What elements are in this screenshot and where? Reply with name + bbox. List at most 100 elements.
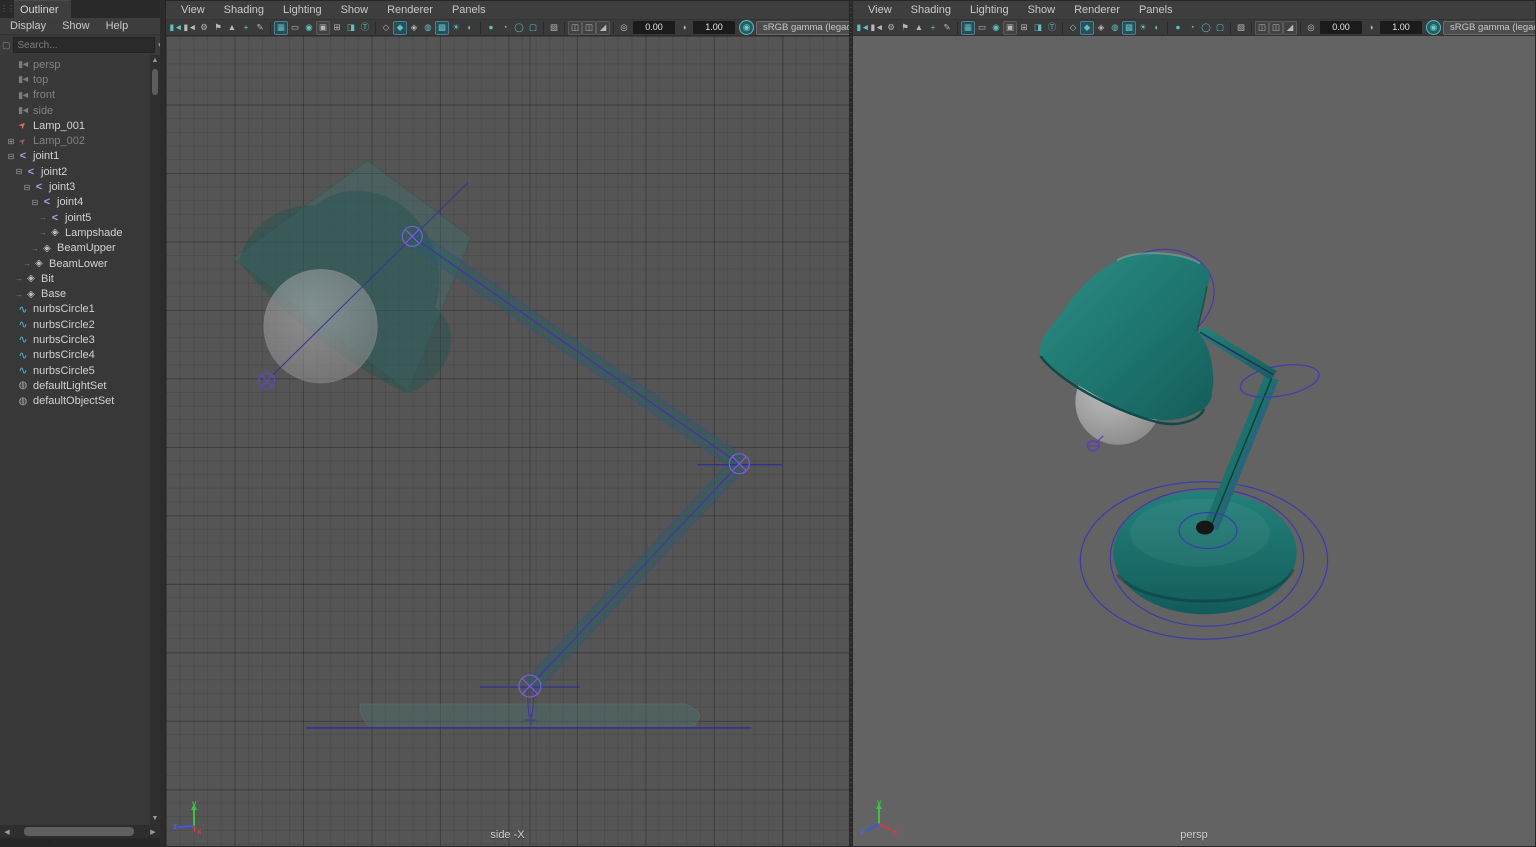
viewport-menu-lighting[interactable]: Lighting bbox=[970, 4, 1009, 16]
contrast-icon[interactable]: ◑ bbox=[1364, 21, 1378, 35]
exposure-field[interactable]: 0.00 bbox=[1320, 21, 1362, 34]
anti-alias-icon[interactable]: ◯ bbox=[1199, 21, 1213, 35]
outliner-item-joint4[interactable]: ⊟<joint4 bbox=[0, 195, 150, 210]
snapshot-icon[interactable]: ◫ bbox=[1255, 21, 1269, 35]
expand-icon[interactable]: ⊞ bbox=[6, 137, 16, 146]
exposure-icon[interactable]: ◎ bbox=[1304, 21, 1318, 35]
exposure-field[interactable]: 0.00 bbox=[633, 21, 675, 34]
motion-blur-icon[interactable]: ◔ bbox=[498, 21, 512, 35]
pan-zoom-icon[interactable]: + bbox=[239, 21, 253, 35]
material-override-icon[interactable]: ◍ bbox=[421, 21, 435, 35]
viewport-menu-lighting[interactable]: Lighting bbox=[283, 4, 322, 16]
fit-region-icon[interactable]: ◢ bbox=[1283, 21, 1297, 35]
viewport-menu-shading[interactable]: Shading bbox=[224, 4, 264, 16]
grid-icon[interactable]: ▦ bbox=[274, 21, 288, 35]
outliner-item-joint2[interactable]: ⊟<joint2 bbox=[0, 164, 150, 179]
camera-attributes-icon[interactable]: ▮◄ bbox=[870, 21, 884, 35]
outliner-item-joint1[interactable]: ⊟<joint1 bbox=[0, 149, 150, 164]
colorspace-selector[interactable]: sRGB gamma (legacy) bbox=[1443, 21, 1535, 35]
outliner-item-Lamp_002[interactable]: ⊞➤Lamp_002 bbox=[0, 133, 150, 148]
collapse-icon[interactable]: ⊟ bbox=[6, 152, 16, 161]
safe-title-icon[interactable]: Ⓣ bbox=[1045, 21, 1059, 35]
viewport-menu-view[interactable]: View bbox=[181, 4, 205, 16]
bookmark-icon[interactable]: ⚑ bbox=[211, 21, 225, 35]
outliner-horizontal-scrollbar[interactable]: ◀ ▶ bbox=[0, 825, 160, 838]
viewport-persp-canvas[interactable]: y z x persp bbox=[853, 36, 1535, 846]
camera-settings-icon[interactable]: ⚙ bbox=[197, 21, 211, 35]
anti-alias-icon[interactable]: ◯ bbox=[512, 21, 526, 35]
outliner-item-defaultLightSet[interactable]: ◍defaultLightSet bbox=[0, 378, 150, 393]
scroll-down-icon[interactable]: ▼ bbox=[152, 813, 159, 825]
lights-icon[interactable]: ☀ bbox=[1136, 21, 1150, 35]
bookmark-icon[interactable]: ⚑ bbox=[898, 21, 912, 35]
outliner-item-Base[interactable]: →◈Base bbox=[0, 286, 150, 301]
outliner-item-front[interactable]: ▮◄front bbox=[0, 88, 150, 103]
resolution-gate-icon[interactable]: ◉ bbox=[989, 21, 1003, 35]
shadows-icon[interactable]: ◐ bbox=[463, 21, 477, 35]
viewport-menu-panels[interactable]: Panels bbox=[452, 4, 486, 16]
hscroll-track[interactable] bbox=[14, 827, 146, 836]
camera-settings-icon[interactable]: ⚙ bbox=[884, 21, 898, 35]
collapse-icon[interactable]: ⊟ bbox=[30, 198, 40, 207]
material-override-icon[interactable]: ◍ bbox=[1108, 21, 1122, 35]
outliner-menu-display[interactable]: Display bbox=[10, 20, 46, 32]
isolate-select-icon[interactable]: ▧ bbox=[1234, 21, 1248, 35]
exposure-icon[interactable]: ◎ bbox=[617, 21, 631, 35]
colorspace-selector[interactable]: sRGB gamma (legacy) bbox=[756, 21, 849, 35]
outliner-item-top[interactable]: ▮◄top bbox=[0, 72, 150, 87]
outliner-tab[interactable]: Outliner bbox=[14, 0, 71, 18]
outliner-vertical-scrollbar[interactable]: ▲ ▼ bbox=[150, 55, 160, 825]
viewport-menu-panels[interactable]: Panels bbox=[1139, 4, 1173, 16]
ambient-occlusion-icon[interactable]: ● bbox=[484, 21, 498, 35]
outliner-item-side[interactable]: ▮◄side bbox=[0, 103, 150, 118]
depth-peel-icon[interactable]: ▢ bbox=[526, 21, 540, 35]
rgb-channels-icon[interactable]: ◨ bbox=[344, 21, 358, 35]
smooth-shade-icon[interactable]: ◆ bbox=[1080, 21, 1094, 35]
snapshot-icon[interactable]: ◫ bbox=[568, 21, 582, 35]
viewport-menu-renderer[interactable]: Renderer bbox=[387, 4, 433, 16]
gamma-button[interactable]: ◉ bbox=[1426, 20, 1441, 35]
viewport-menu-show[interactable]: Show bbox=[341, 4, 369, 16]
film-gate-icon[interactable]: ▭ bbox=[975, 21, 989, 35]
grease-pencil-icon[interactable]: ✎ bbox=[253, 21, 267, 35]
outliner-item-Lampshade[interactable]: →◈Lampshade bbox=[0, 225, 150, 240]
wireframe-cube-icon[interactable]: ◇ bbox=[1066, 21, 1080, 35]
viewport-side-canvas[interactable]: y z x side -X bbox=[166, 36, 849, 846]
gate-mask-icon[interactable]: ▣ bbox=[1003, 21, 1017, 35]
outliner-item-Bit[interactable]: →◈Bit bbox=[0, 271, 150, 286]
fit-region-icon[interactable]: ◢ bbox=[596, 21, 610, 35]
image-plane-icon[interactable]: ▲ bbox=[225, 21, 239, 35]
depth-peel-icon[interactable]: ▢ bbox=[1213, 21, 1227, 35]
resolution-gate-icon[interactable]: ◉ bbox=[302, 21, 316, 35]
scroll-up-icon[interactable]: ▲ bbox=[152, 55, 159, 67]
field-chart-icon[interactable]: ⊞ bbox=[330, 21, 344, 35]
outliner-item-defaultObjectSet[interactable]: ◍defaultObjectSet bbox=[0, 394, 150, 409]
wireframe-cube-icon[interactable]: ◇ bbox=[379, 21, 393, 35]
outliner-item-BeamUpper[interactable]: →◈BeamUpper bbox=[0, 241, 150, 256]
ambient-occlusion-icon[interactable]: ● bbox=[1171, 21, 1185, 35]
contrast-icon[interactable]: ◑ bbox=[677, 21, 691, 35]
safe-title-icon[interactable]: Ⓣ bbox=[358, 21, 372, 35]
viewport-menu-renderer[interactable]: Renderer bbox=[1074, 4, 1120, 16]
smooth-shade-icon[interactable]: ◆ bbox=[393, 21, 407, 35]
outliner-item-nurbsCircle2[interactable]: ∿nurbsCircle2 bbox=[0, 317, 150, 332]
viewport-menu-show[interactable]: Show bbox=[1028, 4, 1056, 16]
snapshot-all-icon[interactable]: ◫ bbox=[1269, 21, 1283, 35]
snapshot-all-icon[interactable]: ◫ bbox=[582, 21, 596, 35]
viewport-menu-shading[interactable]: Shading bbox=[911, 4, 951, 16]
pan-zoom-icon[interactable]: + bbox=[926, 21, 940, 35]
outliner-item-joint3[interactable]: ⊟<joint3 bbox=[0, 179, 150, 194]
isolate-select-icon[interactable]: ▧ bbox=[547, 21, 561, 35]
gain-field[interactable]: 1.00 bbox=[693, 21, 735, 34]
field-chart-icon[interactable]: ⊞ bbox=[1017, 21, 1031, 35]
textured-icon[interactable]: ◈ bbox=[407, 21, 421, 35]
gamma-button[interactable]: ◉ bbox=[739, 20, 754, 35]
default-material-icon[interactable]: ▩ bbox=[435, 21, 449, 35]
outliner-menu-help[interactable]: Help bbox=[106, 20, 129, 32]
textured-icon[interactable]: ◈ bbox=[1094, 21, 1108, 35]
outliner-item-nurbsCircle5[interactable]: ∿nurbsCircle5 bbox=[0, 363, 150, 378]
vscroll-thumb[interactable] bbox=[152, 69, 158, 95]
panel-resize-grip[interactable]: ············· bbox=[0, 838, 160, 847]
viewport-menu-view[interactable]: View bbox=[868, 4, 892, 16]
scroll-left-icon[interactable]: ◀ bbox=[2, 828, 12, 836]
